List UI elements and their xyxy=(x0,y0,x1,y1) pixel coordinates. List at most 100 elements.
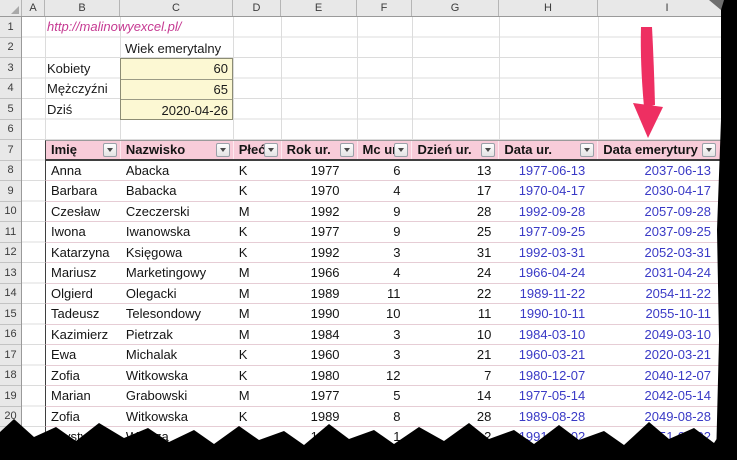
cell-mc[interactable]: 9 xyxy=(358,202,413,222)
cell-plec[interactable]: K xyxy=(234,222,282,242)
column-letter-D[interactable]: D xyxy=(233,0,281,16)
filter-dropdown-icon-data_ur[interactable] xyxy=(580,143,594,157)
cell-data_ur[interactable]: 1989-11-22 xyxy=(499,284,598,304)
cell-nazwisko[interactable]: Olegacki xyxy=(121,284,234,304)
param-value-mezczyzni[interactable]: 65 xyxy=(121,80,232,101)
cell-data_em[interactable]: 2020-03-21 xyxy=(598,345,737,365)
cell-plec[interactable]: M xyxy=(234,284,282,304)
cell-plec[interactable]: M xyxy=(234,386,282,406)
url-link[interactable]: http://malinowyexcel.pl/ xyxy=(47,19,181,34)
cell-rok[interactable]: 1977 xyxy=(282,386,358,406)
row-number-17[interactable]: 17 xyxy=(0,345,21,366)
cell-mc[interactable]: 9 xyxy=(358,222,413,242)
select-all-cell[interactable] xyxy=(0,0,22,16)
cell-data_ur[interactable]: 1970-04-17 xyxy=(499,181,598,201)
cell-plec[interactable]: K xyxy=(234,366,282,386)
cell-nazwisko[interactable]: Pietrzak xyxy=(121,325,234,345)
row-number-10[interactable]: 10 xyxy=(0,202,21,223)
cell-rok[interactable]: 1991 xyxy=(282,427,358,447)
filter-dropdown-icon-nazwisko[interactable] xyxy=(216,143,230,157)
cell-mc[interactable]: 4 xyxy=(358,181,413,201)
cell-data_em[interactable]: 2042-05-14 xyxy=(598,386,737,406)
filter-dropdown-icon-imie[interactable] xyxy=(103,143,117,157)
cell-data_ur[interactable]: 1977-06-13 xyxy=(499,161,598,181)
filter-dropdown-icon-dzien[interactable] xyxy=(481,143,495,157)
cell-data_em[interactable]: 2040-12-07 xyxy=(598,366,737,386)
cell-imie[interactable]: Krystyna xyxy=(46,427,121,447)
cell-imie[interactable]: Czesław xyxy=(46,202,121,222)
cell-imie[interactable]: Kazimierz xyxy=(46,325,121,345)
cell-dzien[interactable]: 11 xyxy=(412,304,499,324)
table-header-dzien[interactable]: Dzień ur. xyxy=(412,141,499,159)
cell-data_em[interactable]: 2052-03-31 xyxy=(598,243,737,263)
row-number-11[interactable]: 11 xyxy=(0,222,21,243)
cell-data_ur[interactable]: 1966-04-24 xyxy=(499,263,598,283)
cell-dzien[interactable]: 10 xyxy=(412,325,499,345)
cell-data_em[interactable]: 2037-09-25 xyxy=(598,222,737,242)
table-header-data_ur[interactable]: Data ur. xyxy=(499,141,598,159)
cell-imie[interactable]: Ewa xyxy=(46,345,121,365)
column-letter-H[interactable]: H xyxy=(499,0,598,16)
cell-dzien[interactable]: 31 xyxy=(412,243,499,263)
cell-data_em[interactable]: 2030-04-17 xyxy=(598,181,737,201)
cell-nazwisko[interactable]: Michalak xyxy=(121,345,234,365)
cell-data_ur[interactable]: 1992-03-31 xyxy=(499,243,598,263)
cell-plec[interactable]: M xyxy=(234,202,282,222)
cell-rok[interactable]: 1992 xyxy=(282,202,358,222)
row-number-7[interactable]: 7 xyxy=(0,140,21,161)
cell-nazwisko[interactable]: Iwanowska xyxy=(121,222,234,242)
row-number-15[interactable]: 15 xyxy=(0,304,21,325)
column-letter-C[interactable]: C xyxy=(120,0,233,16)
cell-data_ur[interactable]: 1990-10-11 xyxy=(499,304,598,324)
row-number-13[interactable]: 13 xyxy=(0,263,21,284)
cell-nazwisko[interactable]: Księgowa xyxy=(121,243,234,263)
cell-dzien[interactable]: 28 xyxy=(412,407,499,427)
param-value-dzis[interactable]: 2020-04-26 xyxy=(121,100,232,121)
cell-mc[interactable]: 6 xyxy=(358,161,413,181)
cell-mc[interactable]: 3 xyxy=(358,325,413,345)
cell-plec[interactable]: M xyxy=(234,304,282,324)
cell-nazwisko[interactable]: Grabowski xyxy=(121,386,234,406)
row-number-21[interactable]: 21 xyxy=(0,427,21,448)
column-letter-E[interactable]: E xyxy=(281,0,357,16)
cell-dzien[interactable]: 28 xyxy=(412,202,499,222)
cell-rok[interactable]: 1984 xyxy=(282,325,358,345)
cell-data_em[interactable]: 2057-09-28 xyxy=(598,202,737,222)
cell-imie[interactable]: Iwona xyxy=(46,222,121,242)
cell-imie[interactable]: Barbara xyxy=(46,181,121,201)
cell-data_ur[interactable]: 1991-01-02 xyxy=(499,427,598,447)
cell-data_em[interactable]: 2054-11-22 xyxy=(598,284,737,304)
row-number-19[interactable]: 19 xyxy=(0,386,21,407)
cell-rok[interactable]: 1990 xyxy=(282,304,358,324)
cell-mc[interactable]: 11 xyxy=(358,284,413,304)
cell-dzien[interactable]: 13 xyxy=(412,161,499,181)
cell-dzien[interactable]: 14 xyxy=(412,386,499,406)
cell-imie[interactable]: Anna xyxy=(46,161,121,181)
cell-dzien[interactable]: 24 xyxy=(412,263,499,283)
cell-dzien[interactable]: 17 xyxy=(412,181,499,201)
cell-nazwisko[interactable]: Czeczerski xyxy=(121,202,234,222)
cell-mc[interactable]: 4 xyxy=(358,263,413,283)
cell-nazwisko[interactable]: Witkowska xyxy=(121,407,234,427)
cell-plec[interactable]: K xyxy=(234,407,282,427)
cell-nazwisko[interactable]: Babacka xyxy=(121,181,234,201)
column-letter-G[interactable]: G xyxy=(412,0,499,16)
row-number-6[interactable]: 6 xyxy=(0,120,21,141)
cell-data_em[interactable]: 2051-01-02 xyxy=(598,427,737,447)
cell-imie[interactable]: Zofia xyxy=(46,407,121,427)
cell-rok[interactable]: 1966 xyxy=(282,263,358,283)
column-letter-B[interactable]: B xyxy=(45,0,120,16)
row-number-3[interactable]: 3 xyxy=(0,58,21,79)
cell-plec[interactable]: K xyxy=(234,161,282,181)
cell-data_ur[interactable]: 1980-12-07 xyxy=(499,366,598,386)
table-header-mc[interactable]: Mc ur. xyxy=(358,141,413,159)
row-number-5[interactable]: 5 xyxy=(0,99,21,120)
cell-rok[interactable]: 1989 xyxy=(282,407,358,427)
cell-plec[interactable]: M xyxy=(234,263,282,283)
row-number-20[interactable]: 20 xyxy=(0,407,21,428)
cell-imie[interactable]: Marian xyxy=(46,386,121,406)
cell-nazwisko[interactable]: Telesondowy xyxy=(121,304,234,324)
row-number-4[interactable]: 4 xyxy=(0,79,21,100)
filter-dropdown-icon-data_em[interactable] xyxy=(702,143,716,157)
cell-plec[interactable]: K xyxy=(234,345,282,365)
